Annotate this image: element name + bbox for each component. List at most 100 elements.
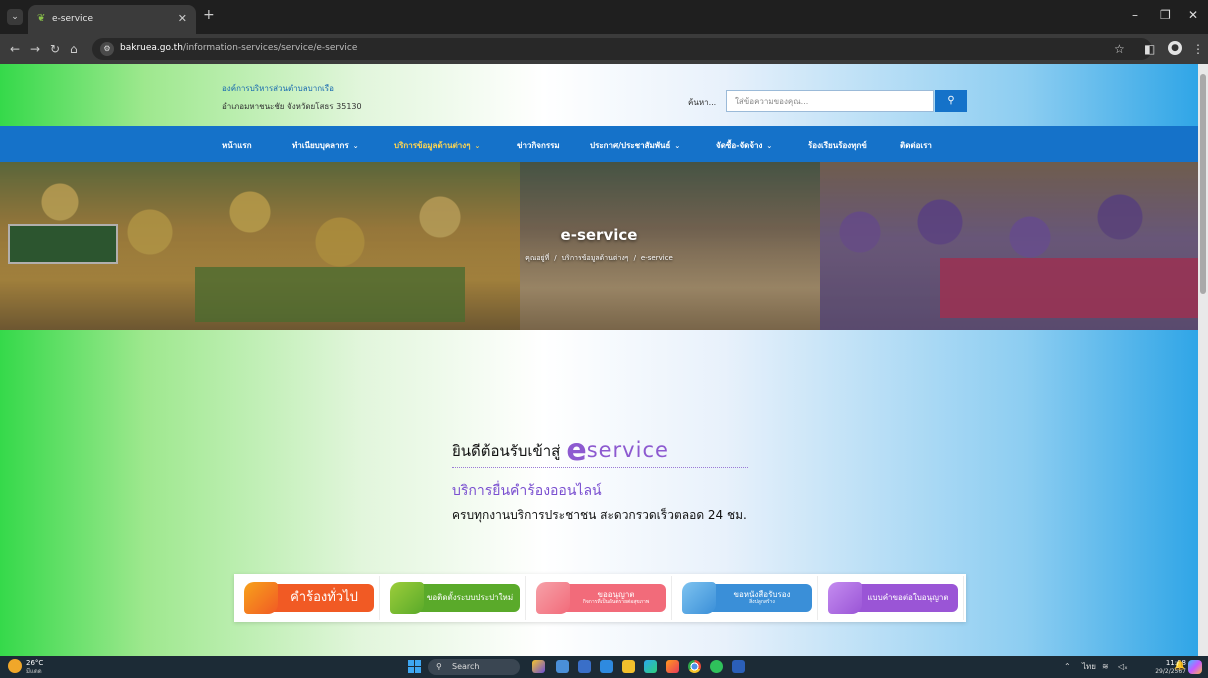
back-icon[interactable]: ← bbox=[10, 42, 20, 56]
browser-toolbar: ← → ↻ ⌂ ⚙ bakruea.go.th/information-serv… bbox=[0, 34, 1208, 64]
more-menu-icon[interactable]: ⋮ bbox=[1192, 42, 1204, 56]
search-input[interactable] bbox=[726, 90, 934, 112]
breadcrumb-current: e-service bbox=[640, 254, 673, 262]
url-text[interactable]: bakruea.go.th/information-services/servi… bbox=[120, 43, 357, 53]
service-card: แบบคำขอต่อใบอนุญาต bbox=[822, 576, 964, 620]
service-swoosh-icon bbox=[536, 582, 570, 614]
store-icon[interactable] bbox=[600, 660, 613, 673]
forward-icon[interactable]: → bbox=[30, 42, 40, 56]
service-swoosh-icon bbox=[682, 582, 716, 614]
service-label-main: แบบคำขอต่อใบอนุญาต bbox=[867, 592, 949, 602]
banner-overlay bbox=[0, 162, 1198, 330]
nav-complaints[interactable]: ร้องเรียนร้องทุกข์ bbox=[808, 139, 867, 152]
wifi-icon[interactable]: ≋ bbox=[1102, 661, 1109, 673]
profile-avatar-icon[interactable]: ● bbox=[1168, 41, 1182, 55]
page-title: e-service bbox=[560, 226, 638, 244]
service-label: คำร้องทั่วไป bbox=[276, 584, 372, 612]
page-viewport: องค์การบริหารส่วนตำบลบากเรือ อำเภอมหาชนะ… bbox=[0, 64, 1208, 656]
welcome-subtitle: บริการยื่นคำร้องออนไลน์ bbox=[452, 483, 602, 499]
os-taskbar: 26°C มีแดด ⚲ Search ⌃ ไทย ≋ ◁ₓ 11:08 29/… bbox=[0, 656, 1208, 678]
main-navbar: หน้าแรก ทำเนียบบุคลากร ⌄ บริการข้อมูลด้าน… bbox=[0, 126, 1198, 162]
tab-close-icon[interactable]: ✕ bbox=[178, 12, 187, 25]
reload-icon[interactable]: ↻ bbox=[50, 42, 60, 56]
firefox-icon[interactable] bbox=[666, 660, 679, 673]
edge-icon[interactable] bbox=[644, 660, 657, 673]
chrome-icon[interactable] bbox=[688, 660, 701, 673]
license-renewal-button[interactable]: แบบคำขอต่อใบอนุญาต bbox=[828, 582, 958, 614]
service-buttons: คำร้องทั่วไป ขอติดตั้งระบบประปาใหม่ ขออนุญ… bbox=[234, 574, 966, 622]
eservice-logo-e: e bbox=[566, 433, 587, 468]
org-address: อำเภอมหาชนะชัย จังหวัดยโสธร 35130 bbox=[222, 102, 362, 111]
search-label: ค้นหา... bbox=[688, 98, 717, 107]
service-swoosh-icon bbox=[390, 582, 424, 614]
service-card: ขออนุญาต กิจการที่เป็นอันตรายต่อสุขภาพ bbox=[530, 576, 672, 620]
new-tab-icon[interactable]: + bbox=[203, 8, 215, 22]
page-scrollbar[interactable] bbox=[1198, 64, 1208, 656]
eservice-logo-text: service bbox=[586, 438, 669, 462]
chevron-down-icon: ⌄ bbox=[766, 142, 773, 150]
browser-tab-strip: ⌄ ❦ e-service ✕ + – ❐ ✕ bbox=[0, 0, 1208, 34]
search-button[interactable]: ⚲ bbox=[935, 90, 967, 112]
bookmark-star-icon[interactable]: ☆ bbox=[1114, 42, 1125, 56]
water-supply-request-button[interactable]: ขอติดตั้งระบบประปาใหม่ bbox=[390, 582, 520, 614]
restore-icon[interactable]: ❐ bbox=[1160, 8, 1171, 22]
general-request-button[interactable]: คำร้องทั่วไป bbox=[244, 582, 374, 614]
home-icon[interactable]: ⌂ bbox=[70, 42, 78, 56]
nav-information-services[interactable]: บริการข้อมูลด้านต่างๆ ⌄ bbox=[394, 139, 480, 152]
page-banner: e-service คุณอยู่ที่ / บริการข้อมูลด้านต่า… bbox=[0, 162, 1198, 330]
service-swoosh-icon bbox=[828, 582, 862, 614]
line-app-icon[interactable] bbox=[710, 660, 723, 673]
service-card: คำร้องทั่วไป bbox=[238, 576, 380, 620]
taskbar-search-label: Search bbox=[452, 662, 480, 671]
building-certificate-button[interactable]: ขอหนังสือรับรอง สิ่งปลูกสร้าง bbox=[682, 582, 812, 614]
service-swoosh-icon bbox=[244, 582, 278, 614]
tab-title: e-service bbox=[52, 14, 94, 24]
scrollbar-thumb[interactable] bbox=[1200, 74, 1206, 294]
welcome-text: ยินดีต้อนรับเข้าสู่ bbox=[452, 442, 561, 460]
service-label: ขอติดตั้งระบบประปาใหม่ bbox=[422, 584, 518, 612]
notification-bell-icon[interactable]: 🔔 bbox=[1174, 661, 1185, 671]
search-icon: ⚲ bbox=[436, 662, 442, 671]
weather-sun-icon[interactable] bbox=[8, 659, 22, 673]
nav-contact[interactable]: ติดต่อเรา bbox=[900, 139, 932, 152]
nav-procurement[interactable]: จัดซื้อ-จัดจ้าง ⌄ bbox=[716, 139, 772, 152]
word-icon[interactable] bbox=[732, 660, 745, 673]
nav-personnel[interactable]: ทำเนียบบุคลากร ⌄ bbox=[292, 139, 359, 152]
address-bar[interactable]: ⚙ bakruea.go.th/information-services/ser… bbox=[92, 38, 1152, 60]
file-explorer-icon[interactable] bbox=[622, 660, 635, 673]
breadcrumb-link[interactable]: บริการข้อมูลด้านต่างๆ bbox=[562, 254, 629, 262]
tab-search-icon[interactable]: ⌄ bbox=[7, 9, 23, 25]
volume-icon[interactable]: ◁ₓ bbox=[1118, 661, 1128, 673]
minimize-icon[interactable]: – bbox=[1132, 8, 1138, 22]
site-favicon-icon: ❦ bbox=[37, 13, 46, 24]
input-language[interactable]: ไทย bbox=[1082, 661, 1096, 673]
service-label: ขออนุญาต กิจการที่เป็นอันตรายต่อสุขภาพ bbox=[568, 584, 664, 612]
site-info-icon[interactable]: ⚙ bbox=[100, 42, 114, 56]
copilot-icon[interactable] bbox=[1188, 660, 1202, 674]
service-card: ขอติดตั้งระบบประปาใหม่ bbox=[384, 576, 526, 620]
tray-chevron-icon[interactable]: ⌃ bbox=[1064, 661, 1071, 673]
org-name: องค์การบริหารส่วนตำบลบากเรือ bbox=[222, 84, 334, 93]
browser-tab[interactable]: ❦ e-service ✕ bbox=[28, 5, 196, 34]
service-label: ขอหนังสือรับรอง สิ่งปลูกสร้าง bbox=[714, 584, 810, 612]
welcome-heading: ยินดีต้อนรับเข้าสู่ eservice bbox=[452, 433, 669, 468]
window-close-icon[interactable]: ✕ bbox=[1188, 8, 1198, 22]
nav-activities[interactable]: ข่าวกิจกรรม bbox=[517, 139, 560, 152]
nav-announcements[interactable]: ประกาศ/ประชาสัมพันธ์ ⌄ bbox=[590, 139, 680, 152]
service-label-sub: สิ่งปลูกสร้าง bbox=[749, 598, 775, 605]
chevron-down-icon: ⌄ bbox=[674, 142, 681, 150]
nav-home[interactable]: หน้าแรก bbox=[222, 139, 252, 152]
task-view-icon[interactable] bbox=[556, 660, 569, 673]
service-label-main: คำร้องทั่วไป bbox=[290, 590, 358, 606]
widgets-icon[interactable] bbox=[532, 660, 545, 673]
chat-icon[interactable] bbox=[578, 660, 591, 673]
chevron-down-icon: ⌄ bbox=[352, 142, 359, 150]
windows-start-icon[interactable] bbox=[408, 660, 421, 673]
side-panel-icon[interactable]: ◧ bbox=[1144, 42, 1155, 56]
taskbar-search[interactable]: ⚲ Search bbox=[428, 659, 520, 675]
temperature: 26°C bbox=[26, 659, 44, 667]
service-label-main: ขอติดตั้งระบบประปาใหม่ bbox=[426, 592, 514, 602]
weather-condition: มีแดด bbox=[26, 668, 42, 675]
permit-request-button[interactable]: ขออนุญาต กิจการที่เป็นอันตรายต่อสุขภาพ bbox=[536, 582, 666, 614]
service-card: ขอหนังสือรับรอง สิ่งปลูกสร้าง bbox=[676, 576, 818, 620]
